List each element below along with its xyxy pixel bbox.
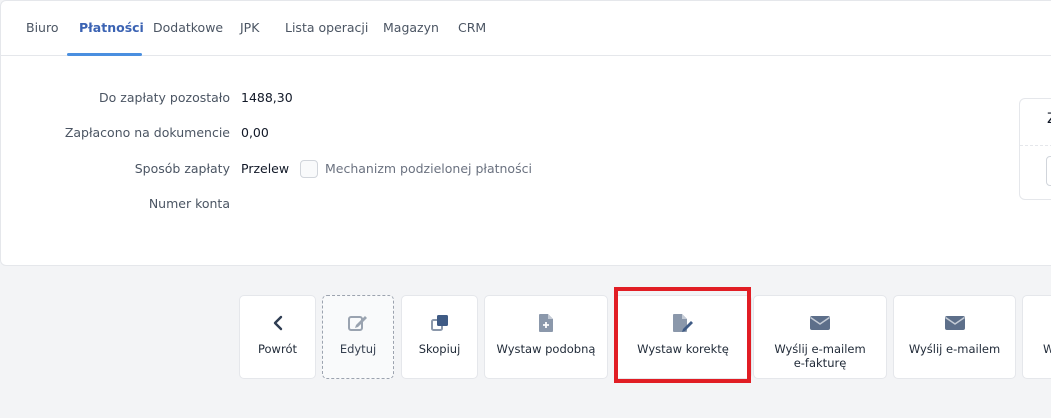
file-plus-icon bbox=[485, 312, 607, 334]
paid-value: 0,00 bbox=[241, 125, 269, 140]
tab-bar: Biuro Płatności Dodatkowe JPK Lista oper… bbox=[1, 1, 1051, 56]
remaining-value: 1488,30 bbox=[241, 90, 293, 105]
envelope-icon bbox=[754, 312, 886, 334]
edit-button[interactable]: Edytuj bbox=[322, 295, 394, 379]
active-tab-indicator bbox=[67, 53, 142, 56]
send-einvoice-button[interactable]: Wyślij e-mailem e-fakturę bbox=[753, 295, 887, 379]
more-action-button[interactable]: W bbox=[1022, 295, 1051, 379]
send-einvoice-label-line2: e-fakturę bbox=[793, 356, 847, 370]
side-card: Z bbox=[1019, 98, 1051, 200]
copy-button[interactable]: Skopiuj bbox=[401, 295, 478, 379]
back-button-label: Powrót bbox=[258, 342, 297, 356]
paid-label: Zapłacono na dokumencie bbox=[64, 125, 230, 140]
split-payment-label[interactable]: Mechanizm podzielonej płatności bbox=[325, 161, 532, 176]
tab-dodatkowe[interactable]: Dodatkowe bbox=[153, 1, 223, 56]
edit-button-label: Edytuj bbox=[339, 342, 377, 356]
edit-icon bbox=[323, 312, 393, 334]
tab-platnosci[interactable]: Płatności bbox=[79, 1, 144, 56]
tab-magazyn[interactable]: Magazyn bbox=[383, 1, 439, 56]
send-einvoice-button-label: Wyślij e-mailem e-fakturę bbox=[756, 342, 884, 370]
issue-similar-button[interactable]: Wystaw podobną bbox=[484, 295, 608, 379]
side-card-title: Z bbox=[1047, 111, 1051, 127]
tab-biuro[interactable]: Biuro bbox=[26, 1, 58, 56]
chevron-left-icon bbox=[240, 312, 315, 334]
split-payment-checkbox[interactable] bbox=[300, 160, 318, 178]
envelope-icon bbox=[894, 312, 1015, 334]
account-number-label: Numer konta bbox=[148, 196, 230, 211]
tab-lista-operacji[interactable]: Lista operacji bbox=[285, 1, 368, 56]
side-card-divider bbox=[1020, 145, 1051, 146]
tab-crm[interactable]: CRM bbox=[458, 1, 486, 56]
highlight-frame bbox=[614, 287, 751, 383]
side-card-input[interactable] bbox=[1046, 156, 1051, 186]
remaining-label: Do zapłaty pozostało bbox=[99, 90, 230, 105]
back-button[interactable]: Powrót bbox=[239, 295, 316, 379]
issue-similar-button-label: Wystaw podobną bbox=[496, 342, 596, 356]
send-einvoice-label-line1: Wyślij e-mailem bbox=[774, 342, 866, 356]
copy-button-label: Skopiuj bbox=[418, 342, 461, 356]
payment-method-value: Przelew bbox=[241, 161, 290, 176]
send-email-button[interactable]: Wyślij e-mailem bbox=[893, 295, 1016, 379]
send-email-button-label: Wyślij e-mailem bbox=[908, 342, 1001, 356]
copy-icon bbox=[402, 312, 477, 334]
more-action-button-label: W bbox=[1043, 342, 1051, 356]
tab-jpk[interactable]: JPK bbox=[240, 1, 259, 56]
payment-panel: Biuro Płatności Dodatkowe JPK Lista oper… bbox=[0, 0, 1051, 266]
payment-method-label: Sposób zapłaty bbox=[134, 161, 230, 176]
